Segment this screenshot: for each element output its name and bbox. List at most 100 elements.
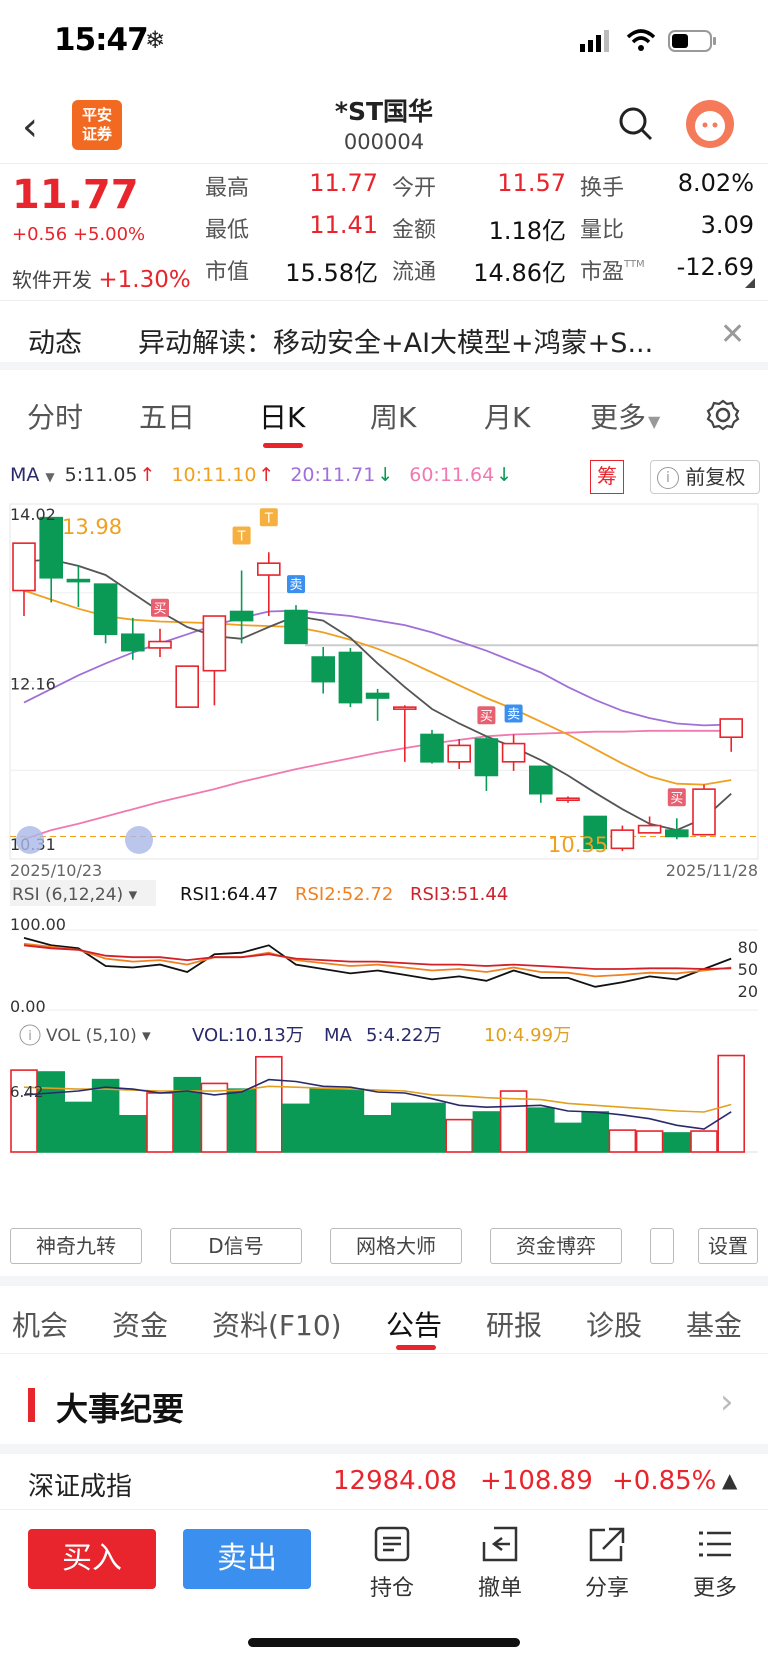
candle-body[interactable] [719,718,744,739]
event-section[interactable]: 大事纪要 › [0,1354,768,1454]
candle-body[interactable] [39,516,64,579]
search-icon[interactable] [618,106,654,142]
candle-body[interactable] [338,651,363,704]
volume-bar[interactable] [282,1103,310,1153]
kline-chart-area[interactable]: 买TT卖买卖买14.0212.1610.3113.9810.352025/10/… [0,500,768,1220]
volume-bar[interactable] [690,1130,718,1153]
chip-distribution-button[interactable]: 筹 [590,460,624,494]
volume-bar[interactable] [336,1088,365,1153]
news-text[interactable]: 异动解读：移动安全+AI大模型+鸿蒙+S... [138,321,653,360]
volume-bar[interactable] [472,1111,501,1153]
volume-bar[interactable] [662,1132,691,1153]
volume-bar[interactable] [146,1092,174,1153]
info-tab[interactable]: 机会 [12,1304,68,1344]
volume-bar[interactable] [635,1130,664,1153]
caret-up-icon[interactable]: ▲ [722,1468,737,1492]
tab-period[interactable]: 日K [259,396,305,436]
tab-period[interactable]: 分时 [27,396,83,436]
status-time: 15:47 [54,22,149,58]
holdings-button[interactable]: 持仓 [357,1526,427,1602]
fullscreen-icon[interactable] [125,826,153,854]
volume-bar[interactable] [119,1115,147,1153]
info-tab[interactable]: 研报 [486,1304,542,1344]
indicator-tool-button[interactable] [650,1228,674,1264]
candle-body[interactable] [664,829,689,838]
indicator-tool-button[interactable]: 神奇九转 [10,1228,142,1264]
volume-bar[interactable] [445,1118,474,1153]
volume-bar[interactable] [418,1102,446,1153]
sell-button[interactable]: 卖出 [183,1529,311,1589]
buy-button[interactable]: 买入 [28,1529,156,1589]
trend-arrow-icon: ↓ [496,464,513,486]
signal-badge-text: 买 [153,602,166,617]
candle-body[interactable] [474,738,499,777]
indicator-tool-button[interactable]: D信号 [170,1228,302,1264]
candle-body[interactable] [121,633,145,652]
volume-bar[interactable] [255,1055,283,1153]
info-tab[interactable]: 公告 [386,1304,442,1344]
volume-bar[interactable] [581,1111,610,1153]
candle-body[interactable] [420,733,444,763]
candle-body[interactable] [12,542,36,592]
close-icon[interactable]: ✕ [720,317,745,352]
candle-body[interactable] [202,615,227,672]
candle-body[interactable] [93,583,118,636]
chevron-right-icon[interactable]: › [720,1382,734,1422]
news-label: 动态 [28,328,82,359]
info-tab[interactable]: 资料(F10) [212,1304,342,1344]
info-tab[interactable]: 基金 [686,1304,742,1344]
expand-left-icon[interactable] [16,826,44,854]
volume-bar[interactable] [526,1107,555,1153]
tab-period[interactable]: 更多 ▼ [590,396,660,436]
ma-legend[interactable]: MA ▼ 5:11.05 ↑ 10:11.10 ↑ 20:11.71 ↓ 60:11.64 ↓ [10,464,528,486]
adjust-price-button[interactable]: i 前复权 [650,460,760,494]
vol-label[interactable]: VOL (5,10) ▾ [46,1026,151,1046]
indicator-tool-button[interactable]: 设置 [698,1228,758,1264]
more-button[interactable]: 更多 [680,1526,750,1602]
candle-body[interactable] [392,706,417,710]
info-tab[interactable]: 资金 [112,1304,168,1344]
share-button[interactable]: 分享 [572,1526,642,1602]
gear-icon[interactable] [706,398,740,432]
candle-body[interactable] [66,578,91,583]
tab-period[interactable]: 五日 [139,396,195,436]
candle-body[interactable] [175,665,199,708]
candle-body[interactable] [311,656,336,683]
news-banner[interactable]: 动态 异动解读：移动安全+AI大模型+鸿蒙+S... ✕ [0,300,768,370]
indicator-tool-button[interactable]: 资金博弈 [490,1228,622,1264]
sector-link[interactable]: 软件开发 +1.30% [12,264,191,293]
volume-bar[interactable] [64,1101,93,1153]
candle-body[interactable] [229,610,254,622]
tab-period[interactable]: 月K [484,396,530,436]
candle-body[interactable] [148,640,172,649]
candle-body[interactable] [556,797,580,802]
indicator-tool-button[interactable]: 网格大师 [330,1228,462,1264]
index-ticker[interactable]: 深证成指 12984.08 +108.89 +0.85% ▲ [0,1454,768,1510]
candle-body[interactable] [256,562,281,576]
cancel-order-button[interactable]: 撤单 [465,1526,535,1602]
volume-bar[interactable] [309,1088,338,1153]
candle-body[interactable] [447,744,472,763]
quote-value: 8.02% [677,169,754,197]
volume-bar[interactable] [227,1088,256,1153]
volume-bar[interactable] [363,1115,392,1153]
volume-bar[interactable] [554,1122,582,1153]
volume-bar[interactable] [499,1090,528,1153]
volume-bar[interactable] [717,1054,746,1153]
index-name: 深证成指 [28,1472,133,1502]
volume-bar[interactable] [91,1078,120,1153]
tab-period[interactable]: 周K [370,396,416,436]
info-tab[interactable]: 诊股 [586,1304,642,1344]
candle-body[interactable] [528,765,553,795]
volume-bar[interactable] [390,1102,419,1153]
candle-body[interactable] [692,788,716,836]
candle-body[interactable] [637,824,662,834]
candle-body[interactable] [284,609,308,645]
candle-body[interactable] [365,692,390,699]
assistant-avatar[interactable] [686,100,734,148]
volume-bar[interactable] [173,1076,201,1153]
index-pct: +0.85% [612,1466,717,1496]
candle-body[interactable] [501,742,526,763]
candle-body[interactable] [610,829,635,850]
volume-bar[interactable] [608,1129,637,1153]
